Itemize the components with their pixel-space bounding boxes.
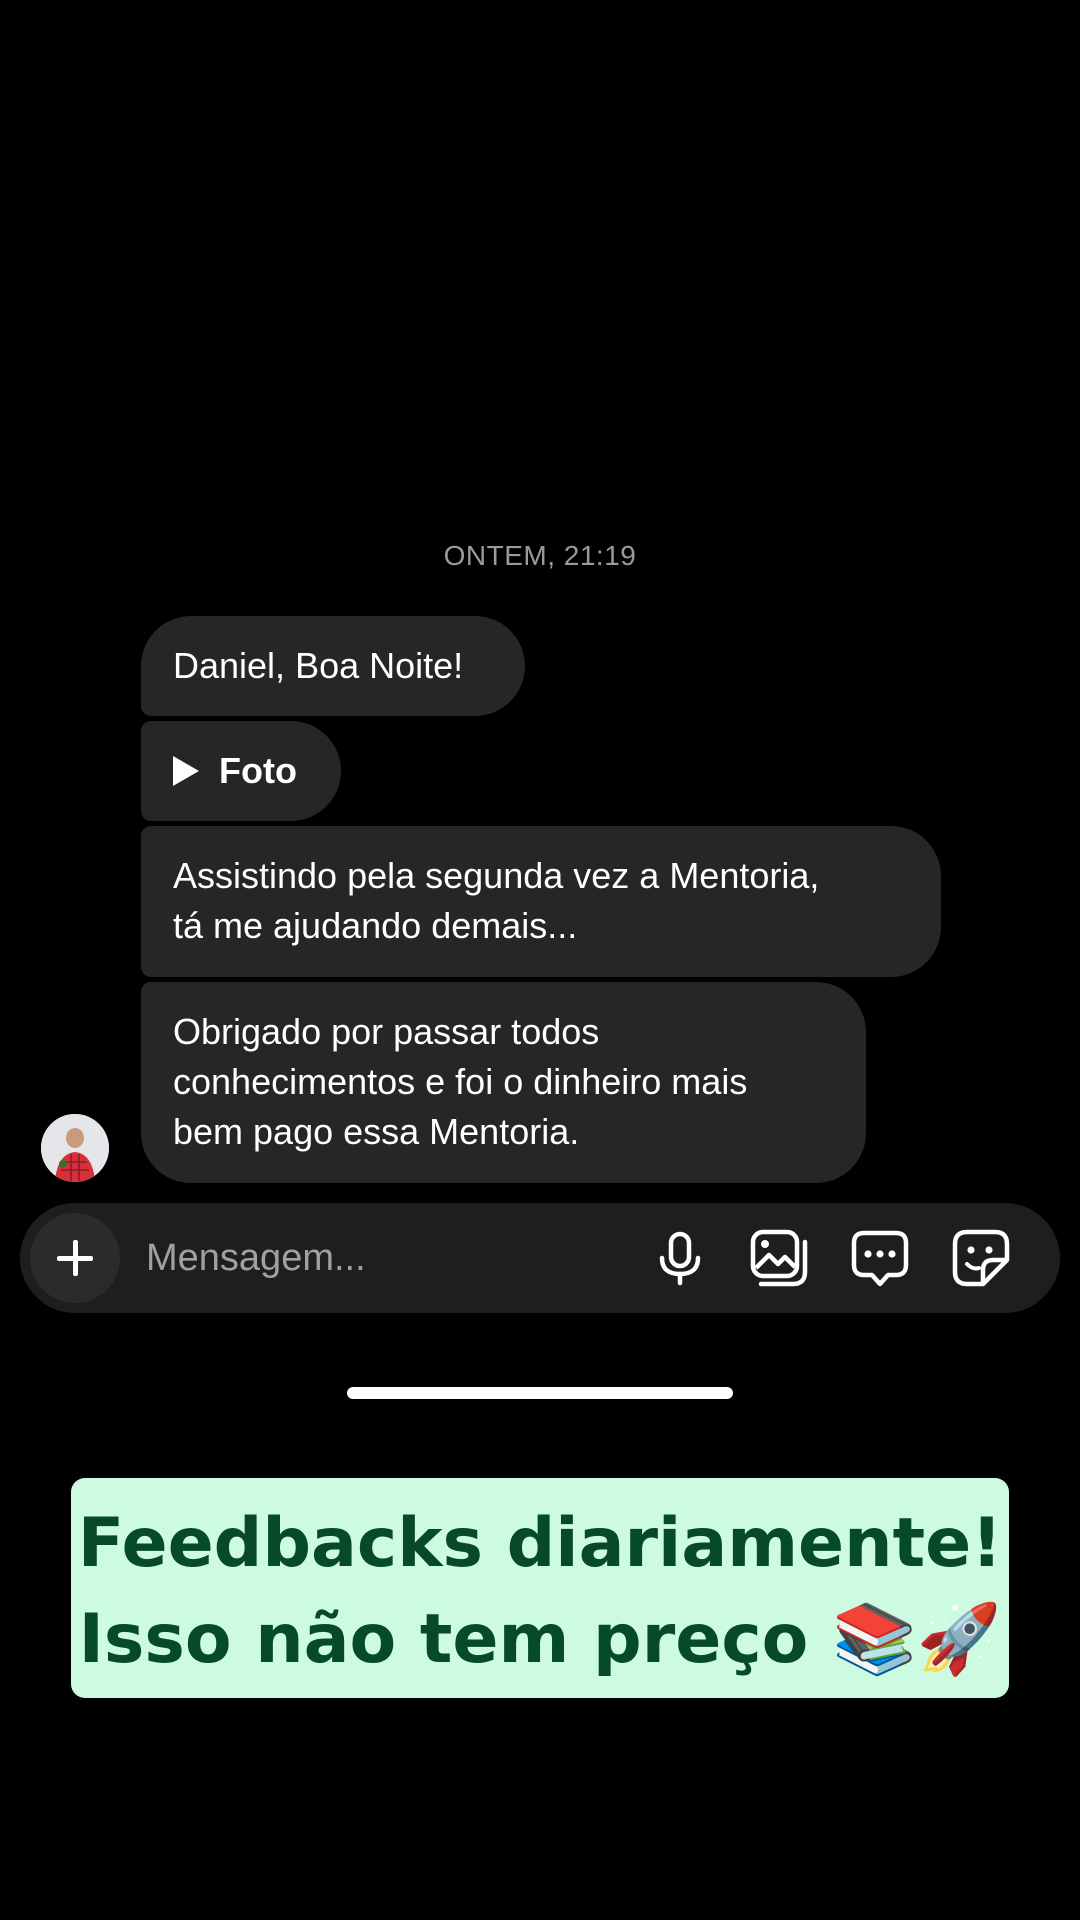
play-icon [173,756,199,786]
message-bubble[interactable]: Daniel, Boa Noite! [141,616,525,716]
promo-banner: Feedbacks diariamente! Isso não tem preç… [71,1478,1009,1698]
voice-message-button[interactable] [648,1226,712,1290]
sticker-icon [952,1229,1010,1287]
gallery-icon [750,1229,808,1287]
message-text: Daniel, Boa Noite! [173,645,464,686]
avatar-image [41,1114,109,1182]
message-bubble[interactable]: Obrigado por passar todos conhecimentos … [141,982,866,1183]
promo-line-2: Isso não tem preço 📚🚀 [78,1600,1002,1679]
chat-bubble-icon [851,1230,909,1287]
add-attachment-button[interactable] [30,1213,120,1303]
chat-timestamp: ONTEM, 21:19 [443,540,637,571]
message-input[interactable] [146,1233,526,1283]
message-text: Assistindo pela segunda vez a Mentoria, … [173,855,820,946]
sender-avatar[interactable] [41,1114,109,1182]
message-composer [20,1203,1060,1313]
promo-line-1: Feedbacks diariamente! [77,1504,1003,1583]
message-text: Obrigado por passar todos conhecimentos … [173,1011,748,1152]
gallery-button[interactable] [747,1226,811,1290]
quick-replies-button[interactable] [848,1226,912,1290]
sticker-button[interactable] [949,1226,1013,1290]
home-indicator[interactable] [347,1387,733,1399]
microphone-icon [659,1231,701,1286]
photo-message-bubble[interactable]: Foto [141,721,341,821]
photo-label: Foto [219,750,297,791]
message-bubble[interactable]: Assistindo pela segunda vez a Mentoria, … [141,826,941,977]
